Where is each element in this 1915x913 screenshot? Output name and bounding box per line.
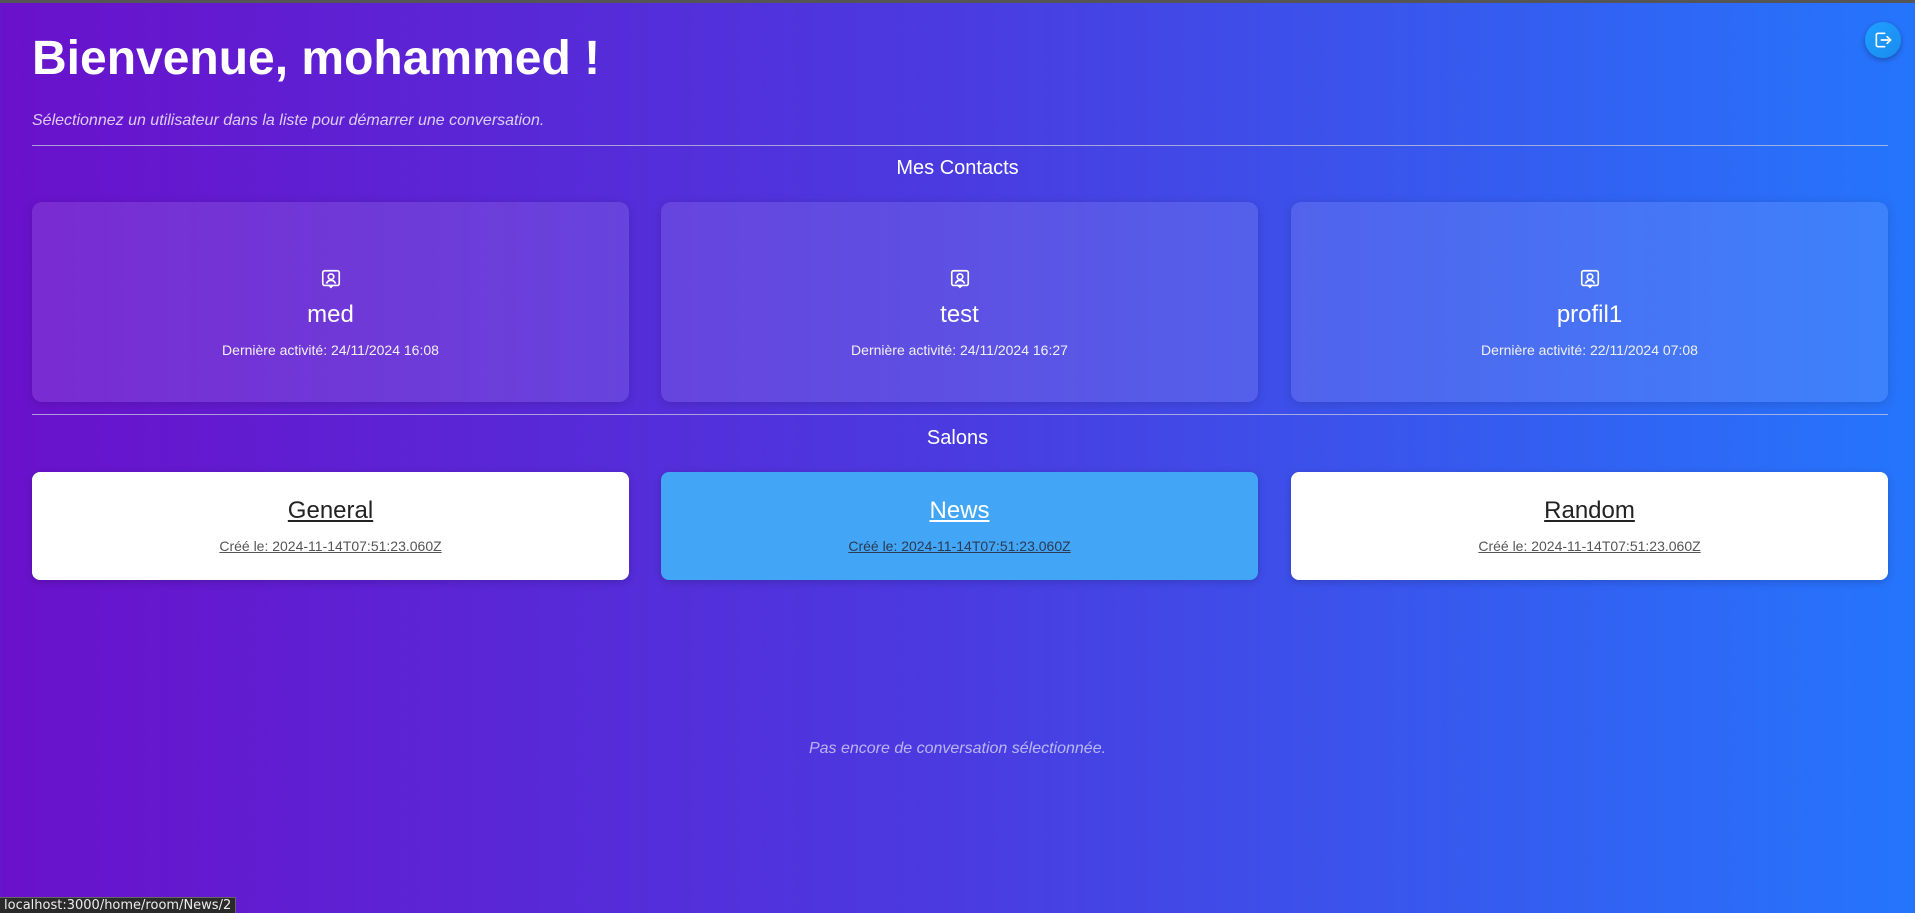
user-badge-icon: [1580, 269, 1600, 289]
contacts-section-title: Mes Contacts: [896, 157, 1019, 179]
contacts-list: med Dernière activité: 24/11/2024 16:08 …: [32, 202, 1888, 402]
contact-card-med[interactable]: med Dernière activité: 24/11/2024 16:08: [32, 202, 629, 402]
page-subtitle: Sélectionnez un utilisateur dans la list…: [32, 112, 545, 129]
contact-name: med: [307, 301, 354, 328]
contacts-divider: [32, 414, 1888, 415]
page-title: Bienvenue, mohammed !: [32, 32, 601, 85]
contact-name: test: [940, 301, 979, 328]
rooms-list: General Créé le: 2024-11-14T07:51:23.060…: [32, 472, 1888, 580]
header-divider: [32, 145, 1888, 146]
user-badge-icon: [321, 269, 341, 289]
logout-button[interactable]: [1865, 22, 1901, 58]
contact-card-profil1[interactable]: profil1 Dernière activité: 22/11/2024 07…: [1291, 202, 1888, 402]
browser-top-border: [0, 0, 1915, 3]
rooms-section-title: Salons: [926, 427, 989, 449]
contact-last-activity: Dernière activité: 24/11/2024 16:08: [222, 342, 439, 358]
room-created-date: Créé le: 2024-11-14T07:51:23.060Z: [1478, 538, 1701, 554]
room-name-link[interactable]: Random: [1291, 496, 1888, 526]
contact-last-activity: Dernière activité: 24/11/2024 16:27: [851, 342, 1068, 358]
contact-last-activity: Dernière activité: 22/11/2024 07:08: [1481, 342, 1698, 358]
room-name-link[interactable]: News: [661, 496, 1258, 526]
contact-card-test[interactable]: test Dernière activité: 24/11/2024 16:27: [661, 202, 1258, 402]
link-status-url: localhost:3000/home/room/News/2: [0, 897, 237, 913]
contact-name: profil1: [1556, 301, 1623, 328]
room-card-general[interactable]: General Créé le: 2024-11-14T07:51:23.060…: [32, 472, 629, 580]
user-badge-icon: [950, 269, 970, 289]
room-created-date: Créé le: 2024-11-14T07:51:23.060Z: [848, 538, 1071, 554]
room-created-date: Créé le: 2024-11-14T07:51:23.060Z: [219, 538, 442, 554]
logout-icon: [1875, 32, 1892, 48]
room-card-random[interactable]: Random Créé le: 2024-11-14T07:51:23.060Z: [1291, 472, 1888, 580]
empty-conversation-message: Pas encore de conversation sélectionnée.: [808, 740, 1107, 757]
room-name-link[interactable]: General: [32, 496, 629, 526]
room-card-news[interactable]: News Créé le: 2024-11-14T07:51:23.060Z: [661, 472, 1258, 580]
